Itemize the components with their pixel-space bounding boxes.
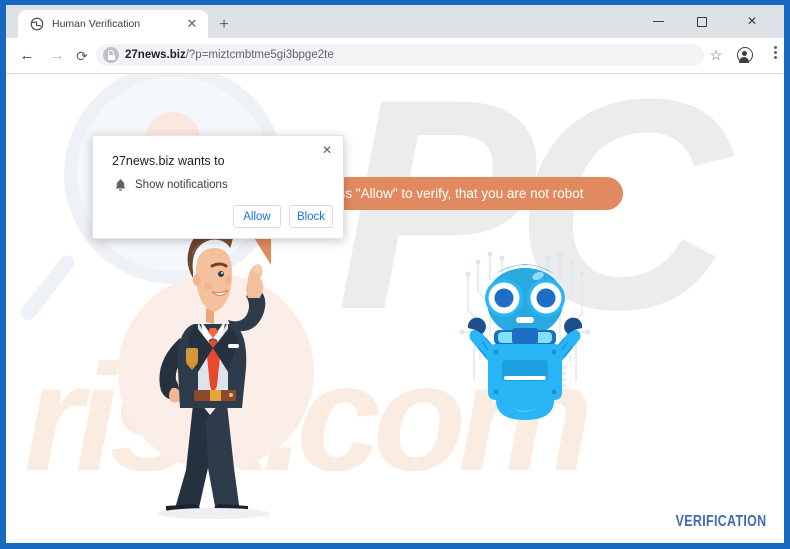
figure-shadow	[158, 508, 270, 519]
browser-toolbar: ← → ⟳ 27news.biz/?p=miztcmbtme5gi3bpge2t…	[6, 38, 784, 74]
notification-permission-dialog: ✕ 27news.biz wants to Show notifications…	[92, 135, 344, 239]
profile-avatar-icon[interactable]	[737, 47, 753, 63]
window-frame: Human Verification ✕ + ✕ ← → ⟳ 27news.bi…	[0, 0, 790, 549]
page-content: PC risk.com Press "Allow" to verify, tha…	[6, 74, 784, 543]
window-maximize-button[interactable]	[680, 5, 724, 38]
dialog-title: 27news.biz wants to	[112, 154, 225, 168]
dialog-close-icon[interactable]: ✕	[318, 141, 336, 159]
page-footer-brand: VERIFICATION	[676, 513, 767, 530]
businessman-illustration	[136, 220, 291, 525]
address-bar[interactable]: 27news.biz/?p=miztcmbtme5gi3bpge2te	[96, 44, 704, 66]
back-icon[interactable]: ←	[17, 46, 37, 66]
address-bar-url: 27news.biz/?p=miztcmbtme5gi3bpge2te	[125, 47, 334, 63]
tab-close-icon[interactable]: ✕	[184, 16, 200, 32]
dialog-permission-label: Show notifications	[135, 179, 228, 191]
address-bar-path: /?p=miztcmbtme5gi3bpge2te	[185, 49, 334, 61]
new-tab-button[interactable]: +	[213, 14, 235, 36]
tab-title: Human Verification	[52, 18, 141, 30]
bell-icon	[114, 178, 127, 193]
browser-window: Human Verification ✕ + ✕ ← → ⟳ 27news.bi…	[6, 5, 784, 543]
reload-icon[interactable]: ⟳	[72, 46, 92, 66]
lock-icon	[103, 47, 119, 63]
address-bar-domain: 27news.biz	[125, 49, 186, 61]
window-minimize-button[interactable]	[636, 5, 680, 38]
forward-icon[interactable]: →	[47, 46, 67, 66]
block-button[interactable]: Block	[289, 205, 333, 228]
bookmark-star-icon[interactable]: ☆	[706, 45, 726, 65]
tab-human-verification[interactable]: Human Verification ✕	[18, 10, 208, 38]
robot-illustration	[450, 240, 600, 420]
browser-menu-icon[interactable]	[766, 46, 784, 66]
globe-icon	[30, 17, 44, 31]
tab-strip: Human Verification ✕ + ✕	[6, 5, 784, 38]
window-close-button[interactable]: ✕	[730, 5, 774, 38]
allow-button[interactable]: Allow	[233, 205, 281, 228]
magnifier-handle-decoration	[17, 252, 78, 324]
